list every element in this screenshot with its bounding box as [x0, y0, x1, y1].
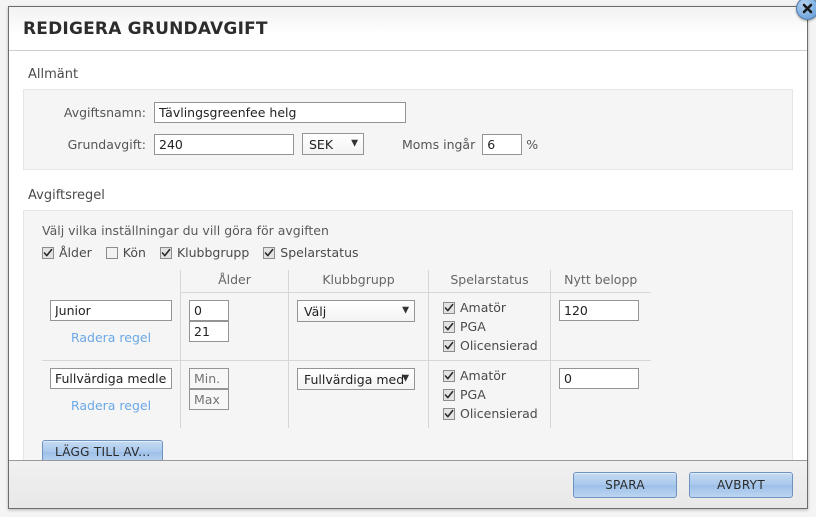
rule-intro-text: Välj vilka inställningar du vill göra fö…	[42, 223, 329, 238]
general-section-legend: Allmänt	[28, 67, 79, 82]
dialog-body: Allmänt Avgiftsnamn: Grundavgift: SEK ▼ …	[9, 51, 807, 460]
checkbox-checked-icon	[443, 407, 455, 420]
age-max-input[interactable]	[189, 389, 229, 410]
page-title: REDIGERA GRUNDAVGIFT	[23, 18, 268, 39]
base-fee-label: Grundavgift:	[67, 136, 146, 152]
status-checkbox-pga[interactable]: PGA	[443, 387, 542, 402]
rule-toggle-klubbgrupp[interactable]: Klubbgrupp	[159, 245, 250, 260]
age-max-input[interactable]	[189, 321, 229, 342]
rule-toggle-label: Klubbgrupp	[176, 245, 250, 260]
cancel-button[interactable]: AVBRYT	[689, 471, 793, 498]
chevron-down-icon: ▼	[351, 138, 358, 149]
column-header-status: Spelarstatus	[428, 270, 551, 293]
status-checkbox-amator[interactable]: Amatör	[443, 300, 542, 315]
rule-age-cell	[180, 360, 289, 428]
rules-table-header-row: Ålder Klubbgrupp Spelarstatus Nytt belop…	[42, 270, 651, 293]
player-status-group: Amatör PGA Olicensierad	[437, 300, 542, 353]
rules-table: Ålder Klubbgrupp Spelarstatus Nytt belop…	[42, 270, 651, 428]
age-min-input[interactable]	[189, 368, 229, 389]
base-fee-input[interactable]	[154, 133, 294, 155]
base-fee-row: Grundavgift: SEK ▼ Moms ingår %	[24, 133, 792, 155]
status-checkbox-olicensierad[interactable]: Olicensierad	[443, 406, 542, 421]
edit-base-fee-dialog: REDIGERA GRUNDAVGIFT Allmänt Avgiftsnamn…	[8, 0, 816, 509]
rule-group-cell: Välj ▼	[288, 292, 429, 361]
status-checkbox-pga[interactable]: PGA	[443, 319, 542, 334]
club-group-select-value: Välj	[304, 303, 327, 319]
rule-name-cell: Radera regel	[42, 360, 181, 428]
table-row: Radera regel Välj ▼	[42, 292, 651, 361]
new-amount-input[interactable]	[559, 300, 639, 321]
checkbox-checked-icon	[263, 246, 276, 259]
checkbox-checked-icon	[443, 369, 455, 382]
checkbox-unchecked-icon	[105, 246, 118, 259]
status-label: Olicensierad	[460, 338, 538, 353]
vat-label: Moms ingår	[402, 136, 476, 152]
delete-rule-link[interactable]: Radera regel	[50, 330, 172, 345]
general-section: Avgiftsnamn: Grundavgift: SEK ▼ Moms ing…	[23, 89, 793, 170]
rule-name-input[interactable]	[50, 368, 172, 389]
rule-amount-cell	[551, 361, 651, 429]
rule-toggle-label: Spelarstatus	[280, 245, 359, 260]
vat-input[interactable]	[482, 133, 523, 155]
checkbox-checked-icon	[443, 388, 455, 401]
rule-name-cell: Radera regel	[42, 292, 181, 361]
status-checkbox-amator[interactable]: Amatör	[443, 368, 542, 383]
close-icon[interactable]	[796, 0, 816, 20]
dialog-footer: SPARA AVBRYT	[9, 460, 807, 508]
club-group-select-value: Fullvärdiga med	[304, 371, 405, 387]
status-label: Amatör	[460, 368, 507, 383]
status-label: Olicensierad	[460, 406, 538, 421]
rule-amount-cell	[550, 292, 651, 361]
checkbox-checked-icon	[443, 339, 455, 352]
status-label: PGA	[460, 319, 486, 334]
rule-toggle-group: Ålder Kön Klubbgrupp Spelarstatus	[42, 245, 792, 260]
rule-toggle-spelarstatus[interactable]: Spelarstatus	[263, 245, 359, 260]
age-min-input[interactable]	[189, 300, 229, 321]
column-header-name	[42, 270, 181, 293]
delete-rule-link[interactable]: Radera regel	[50, 398, 172, 413]
rule-toggle-label: Ålder	[59, 245, 92, 260]
rule-section: Välj vilka inställningar du vill göra fö…	[23, 210, 793, 460]
table-row: Radera regel Fullvärdiga med ▼	[42, 360, 651, 429]
column-header-age: Ålder	[180, 270, 289, 293]
status-label: PGA	[460, 387, 486, 402]
percent-sign: %	[526, 136, 539, 152]
fee-name-input[interactable]	[154, 102, 406, 123]
club-group-select[interactable]: Välj ▼	[297, 300, 415, 322]
rule-status-cell: Amatör PGA Olicensierad	[428, 360, 551, 428]
fee-name-label: Avgiftsnamn:	[63, 105, 146, 120]
rule-group-cell: Fullvärdiga med ▼	[288, 360, 429, 428]
player-status-group: Amatör PGA Olicensierad	[437, 368, 542, 421]
status-checkbox-olicensierad[interactable]: Olicensierad	[443, 338, 542, 353]
status-label: Amatör	[460, 300, 507, 315]
chevron-down-icon: ▼	[402, 373, 409, 384]
add-fee-button[interactable]: LÄGG TILL AV...	[42, 440, 164, 460]
checkbox-checked-icon	[443, 320, 455, 333]
checkbox-checked-icon	[159, 246, 172, 259]
chevron-down-icon: ▼	[402, 305, 409, 316]
rule-status-cell: Amatör PGA Olicensierad	[428, 292, 551, 361]
new-amount-input[interactable]	[559, 368, 639, 389]
rule-age-cell	[180, 292, 289, 361]
column-header-amount: Nytt belopp	[550, 270, 651, 293]
checkbox-checked-icon	[443, 301, 455, 314]
club-group-select[interactable]: Fullvärdiga med ▼	[297, 368, 415, 390]
rule-toggle-label: Kön	[122, 245, 146, 260]
currency-select-value: SEK	[309, 136, 334, 152]
fee-name-row: Avgiftsnamn:	[24, 102, 792, 123]
save-button[interactable]: SPARA	[573, 471, 677, 498]
rule-name-input[interactable]	[50, 299, 172, 321]
rule-toggle-kon[interactable]: Kön	[105, 245, 146, 260]
currency-select[interactable]: SEK ▼	[302, 133, 364, 155]
rule-section-legend: Avgiftsregel	[28, 188, 105, 203]
rule-toggle-alder[interactable]: Ålder	[42, 245, 92, 260]
column-header-group: Klubbgrupp	[288, 270, 429, 293]
dialog-titlebar: REDIGERA GRUNDAVGIFT	[9, 0, 816, 51]
checkbox-checked-icon	[42, 246, 54, 259]
